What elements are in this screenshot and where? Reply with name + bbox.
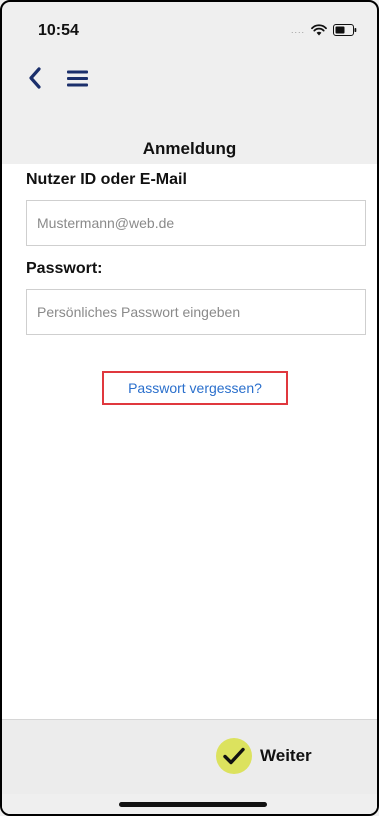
continue-label: Weiter <box>260 746 312 765</box>
nav-bar <box>2 58 377 98</box>
user-id-input[interactable] <box>26 200 366 246</box>
password-input[interactable] <box>26 289 366 335</box>
continue-button[interactable]: Weiter <box>216 738 312 774</box>
password-label: Passwort: <box>26 260 103 277</box>
battery-icon <box>333 24 357 36</box>
login-form: Nutzer ID oder E-Mail Passwort: Passwort… <box>2 164 377 719</box>
home-indicator-area <box>2 794 377 814</box>
user-id-label: Nutzer ID oder E-Mail <box>26 171 187 188</box>
wifi-icon <box>311 24 327 36</box>
status-time: 10:54 <box>38 22 79 39</box>
bottom-bar: Weiter <box>2 719 377 795</box>
back-button[interactable] <box>24 62 48 94</box>
hamburger-menu-icon <box>67 70 88 87</box>
forgot-password-link[interactable]: Passwort vergessen? <box>102 371 288 405</box>
phone-frame: 10:54 .... Anmeldung Nutzer ID oder E-Ma… <box>0 0 379 816</box>
title-area: Anmeldung <box>2 98 377 164</box>
menu-button[interactable] <box>64 62 92 94</box>
signal-icon: .... <box>290 24 305 35</box>
chevron-left-icon <box>29 67 41 89</box>
home-indicator[interactable] <box>119 802 267 807</box>
page-title: Anmeldung <box>142 139 237 158</box>
status-icons: .... <box>291 24 357 36</box>
status-bar: 10:54 .... <box>2 2 377 58</box>
checkmark-icon <box>216 738 252 774</box>
